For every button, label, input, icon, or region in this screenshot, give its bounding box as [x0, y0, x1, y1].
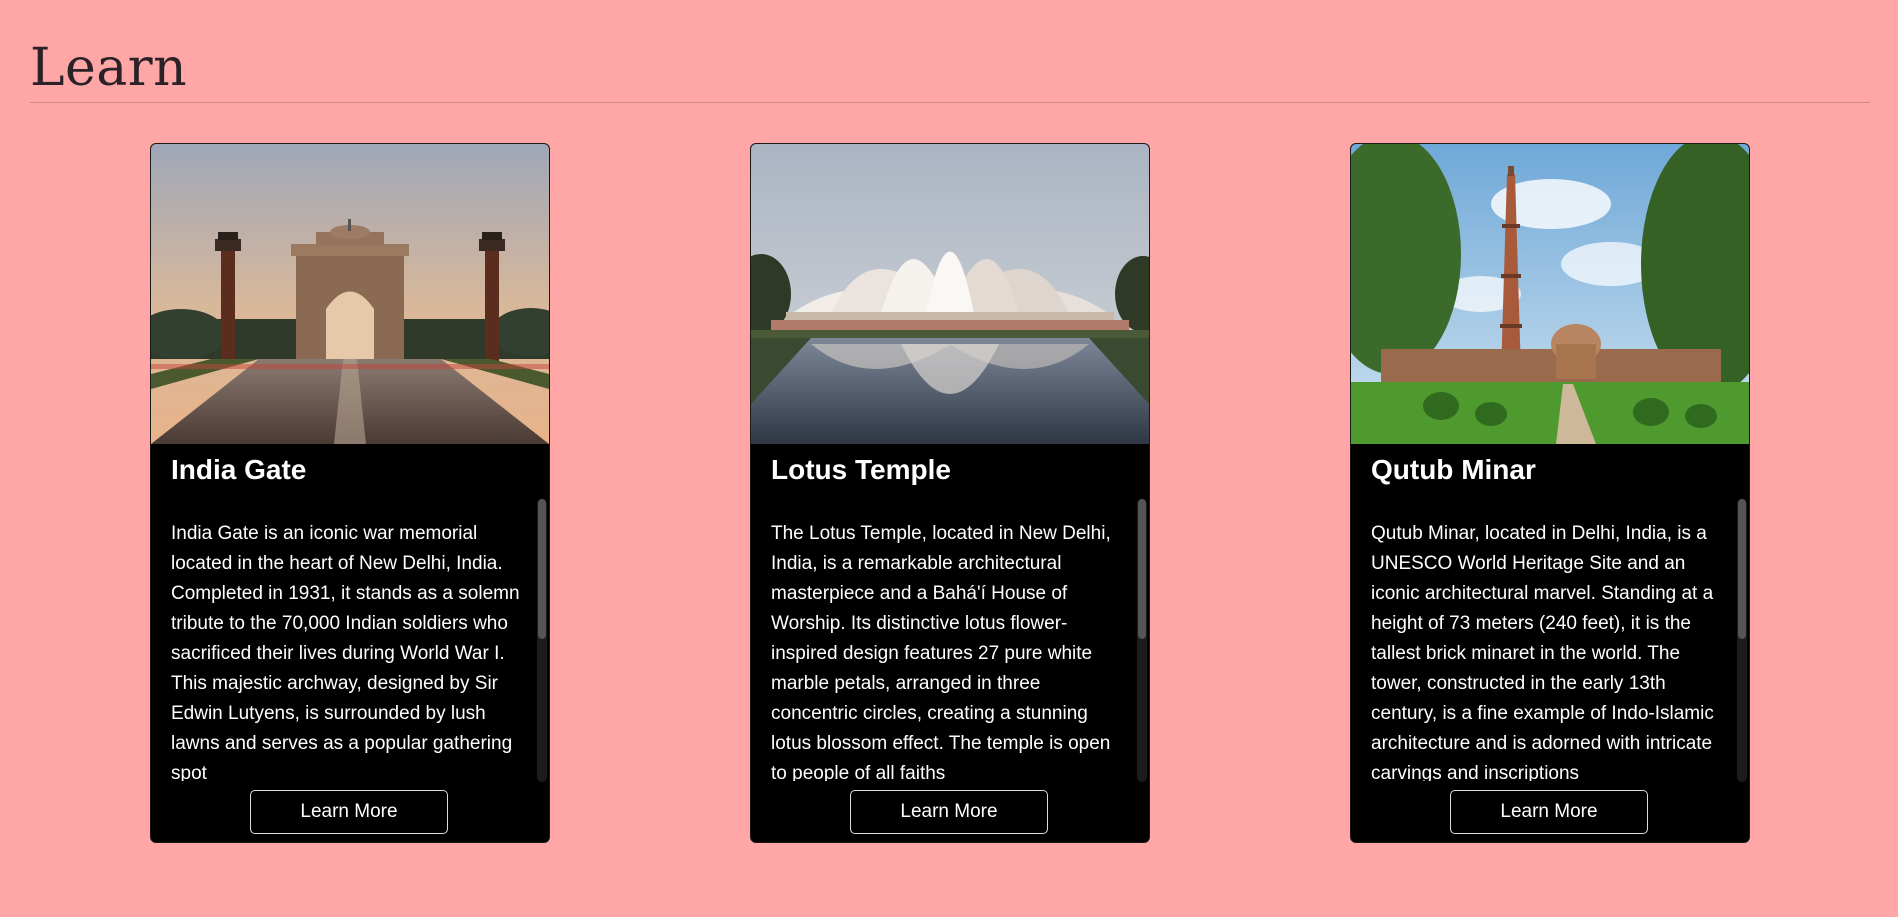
- card-qutub-minar: Qutub Minar Qutub Minar, located in Delh…: [1350, 143, 1750, 843]
- card-description-scroll[interactable]: The Lotus Temple, located in New Delhi, …: [771, 519, 1131, 781]
- card-description-scroll[interactable]: Qutub Minar, located in Delhi, India, is…: [1371, 519, 1731, 781]
- card-title: India Gate: [171, 454, 307, 485]
- learn-more-button[interactable]: Learn More: [850, 790, 1048, 834]
- scrollbar[interactable]: [1137, 499, 1147, 782]
- scrollbar-thumb[interactable]: [1738, 499, 1746, 639]
- india-gate-image: [151, 144, 549, 444]
- lotus-temple-picture: [751, 144, 1149, 444]
- scrollbar[interactable]: [1737, 499, 1747, 782]
- learn-more-button[interactable]: Learn More: [250, 790, 448, 834]
- card-description: The Lotus Temple, located in New Delhi, …: [771, 523, 1111, 781]
- card-title: Qutub Minar: [1371, 454, 1536, 485]
- card-description: Qutub Minar, located in Delhi, India, is…: [1371, 523, 1714, 781]
- card-india-gate: India Gate India Gate is an iconic war m…: [150, 143, 550, 843]
- qutub-minar-image: [1351, 144, 1749, 444]
- scrollbar-thumb[interactable]: [538, 499, 546, 639]
- card-description: India Gate is an iconic war memorial loc…: [171, 523, 520, 781]
- qutub-minar-picture: [1351, 144, 1749, 444]
- scrollbar-thumb[interactable]: [1138, 499, 1146, 639]
- learn-more-button[interactable]: Learn More: [1450, 790, 1648, 834]
- lotus-temple-image: [751, 144, 1149, 444]
- scrollbar[interactable]: [537, 499, 547, 782]
- page-title: Learn: [30, 38, 188, 98]
- card-description-scroll[interactable]: India Gate is an iconic war memorial loc…: [171, 519, 531, 781]
- india-gate-picture: [151, 144, 549, 444]
- card-lotus-temple: Lotus Temple The Lotus Temple, located i…: [750, 143, 1150, 843]
- card-title: Lotus Temple: [771, 454, 951, 485]
- title-divider: [30, 102, 1870, 103]
